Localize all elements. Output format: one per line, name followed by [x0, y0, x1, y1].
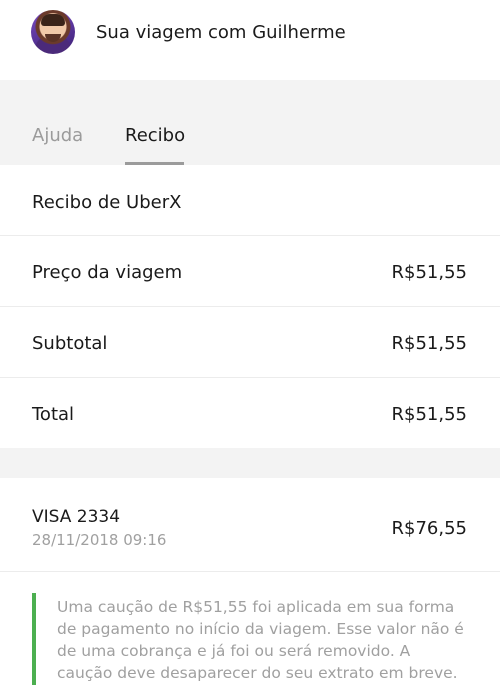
driver-avatar[interactable]	[31, 10, 75, 54]
trip-header: Sua viagem com Guilherme	[0, 0, 500, 80]
avatar-beard	[45, 34, 61, 42]
payment-card-label: VISA 2334	[32, 507, 121, 527]
page-title: Sua viagem com Guilherme	[96, 22, 346, 43]
notice-accent-bar	[32, 593, 36, 685]
tab-receipt[interactable]: Recibo	[125, 125, 185, 146]
receipt-heading-row: Recibo de UberX	[0, 165, 500, 236]
receipt-line-fare: Preço da viagem R$51,55	[0, 236, 500, 307]
total-amount: R$51,55	[391, 404, 468, 425]
tab-bar	[0, 80, 500, 165]
section-separator	[0, 448, 500, 478]
fare-label: Preço da viagem	[32, 262, 183, 283]
divider	[0, 571, 500, 572]
subtotal-label: Subtotal	[32, 333, 108, 354]
hold-notice-text: Uma caução de R$51,55 foi aplicada em su…	[57, 598, 464, 682]
payment-date: 28/11/2018 09:16	[32, 531, 167, 549]
receipt-heading: Recibo de UberX	[32, 192, 182, 213]
receipt-line-total: Total R$51,55	[0, 378, 500, 448]
receipt-line-subtotal: Subtotal R$51,55	[0, 307, 500, 378]
total-label: Total	[32, 404, 75, 425]
tab-help[interactable]: Ajuda	[32, 125, 83, 146]
avatar-hair	[41, 14, 65, 26]
payment-amount: R$76,55	[391, 518, 468, 539]
fare-amount: R$51,55	[391, 262, 468, 283]
subtotal-amount: R$51,55	[391, 333, 468, 354]
